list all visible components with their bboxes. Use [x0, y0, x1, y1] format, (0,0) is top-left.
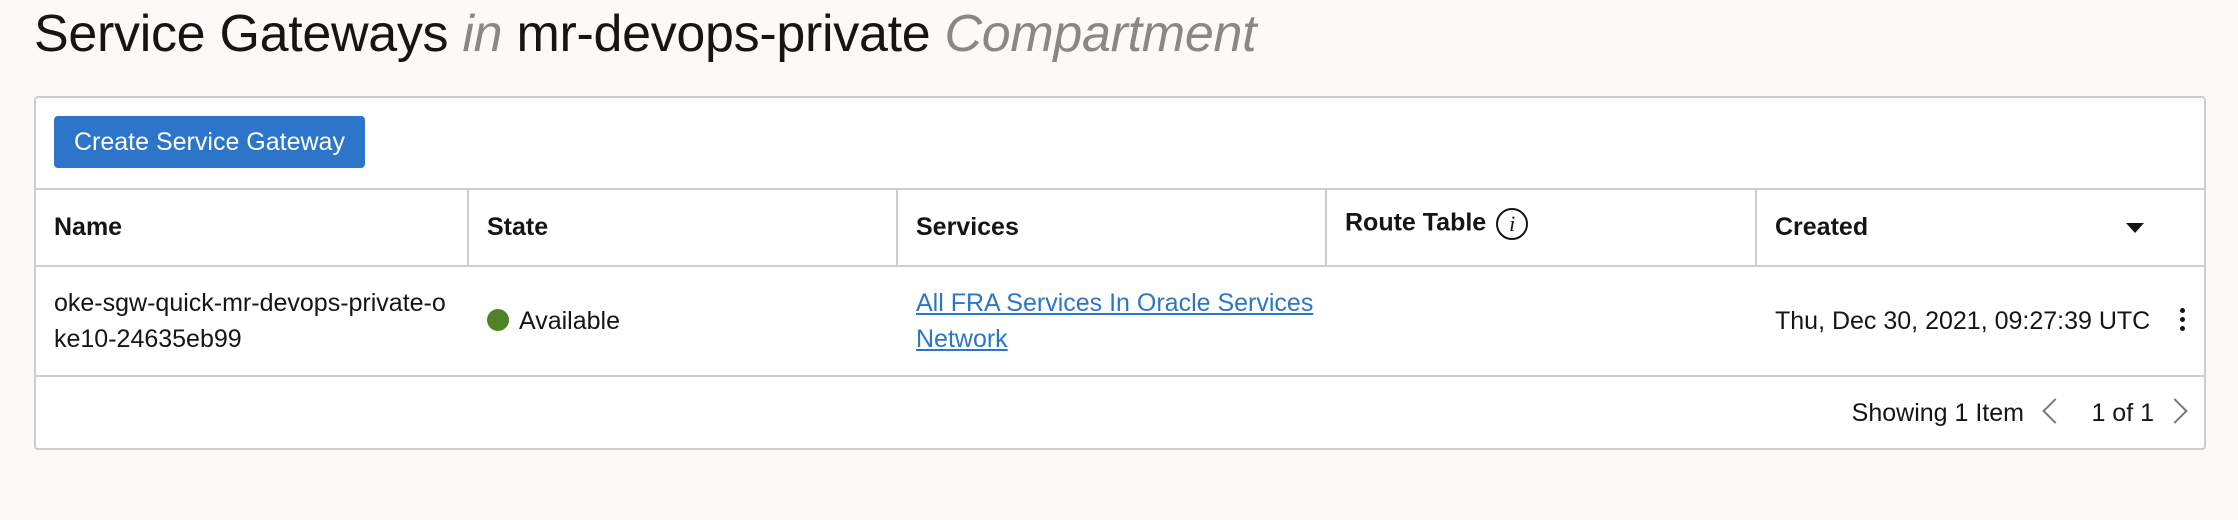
- status-available-icon: [487, 309, 509, 332]
- column-header-route-table: Route Table i: [1326, 190, 1757, 267]
- gateway-name: oke-sgw-quick-mr-devops-private-oke10-24…: [54, 289, 446, 353]
- compartment-name: mr-devops-private: [516, 5, 931, 63]
- page-title-in: in: [462, 5, 503, 63]
- row-created-cell: Thu, Dec 30, 2021, 09:27:39 UTC: [1756, 266, 2204, 377]
- service-gateways-panel: Create Service Gateway Name State Servic…: [34, 96, 2206, 450]
- column-route-table-label: Route Table: [1345, 208, 1487, 237]
- page-indicator: 1 of 1: [2091, 399, 2154, 427]
- created-timestamp: Thu, Dec 30, 2021, 09:27:39 UTC: [1775, 307, 2151, 335]
- column-header-created[interactable]: Created: [1756, 190, 2204, 267]
- row-route-table-cell: [1326, 266, 1756, 377]
- row-services-cell: All FRA Services In Oracle Services Netw…: [897, 266, 1326, 377]
- table-toolbar: Create Service Gateway: [36, 98, 2204, 190]
- chevron-right-icon[interactable]: [2162, 398, 2188, 424]
- table-row: oke-sgw-quick-mr-devops-private-oke10-24…: [36, 266, 2204, 377]
- column-header-state: State: [468, 190, 898, 267]
- row-name-cell: oke-sgw-quick-mr-devops-private-oke10-24…: [36, 266, 468, 377]
- column-state-label: State: [487, 213, 549, 241]
- chevron-left-icon[interactable]: [2042, 398, 2068, 424]
- page-title: Service Gateways in mr-devops-private Co…: [34, 4, 1257, 64]
- table-header-row: Name State Services Route Table i Created: [36, 190, 2204, 267]
- services-link[interactable]: All FRA Services In Oracle Services Netw…: [916, 285, 1326, 357]
- item-count: Showing 1 Item: [1851, 399, 2024, 427]
- compartment-label: Compartment: [944, 5, 1257, 63]
- create-service-gateway-button[interactable]: Create Service Gateway: [54, 116, 365, 168]
- column-created-label: Created: [1775, 213, 1869, 241]
- column-header-name: Name: [36, 190, 469, 267]
- column-header-services: Services: [897, 190, 1327, 267]
- page-title-main: Service Gateways: [34, 5, 449, 63]
- kebab-menu-icon[interactable]: [2172, 308, 2192, 334]
- info-icon[interactable]: i: [1496, 208, 1529, 240]
- column-name-label: Name: [54, 213, 123, 241]
- column-services-label: Services: [916, 213, 1019, 241]
- service-gateways-table: Name State Services Route Table i Created…: [36, 190, 2204, 377]
- caret-down-icon[interactable]: [2126, 222, 2144, 233]
- table-footer: Showing 1 Item 1 of 1: [36, 378, 2204, 448]
- row-state-cell: Available: [468, 266, 897, 377]
- gateway-state: Available: [519, 307, 621, 335]
